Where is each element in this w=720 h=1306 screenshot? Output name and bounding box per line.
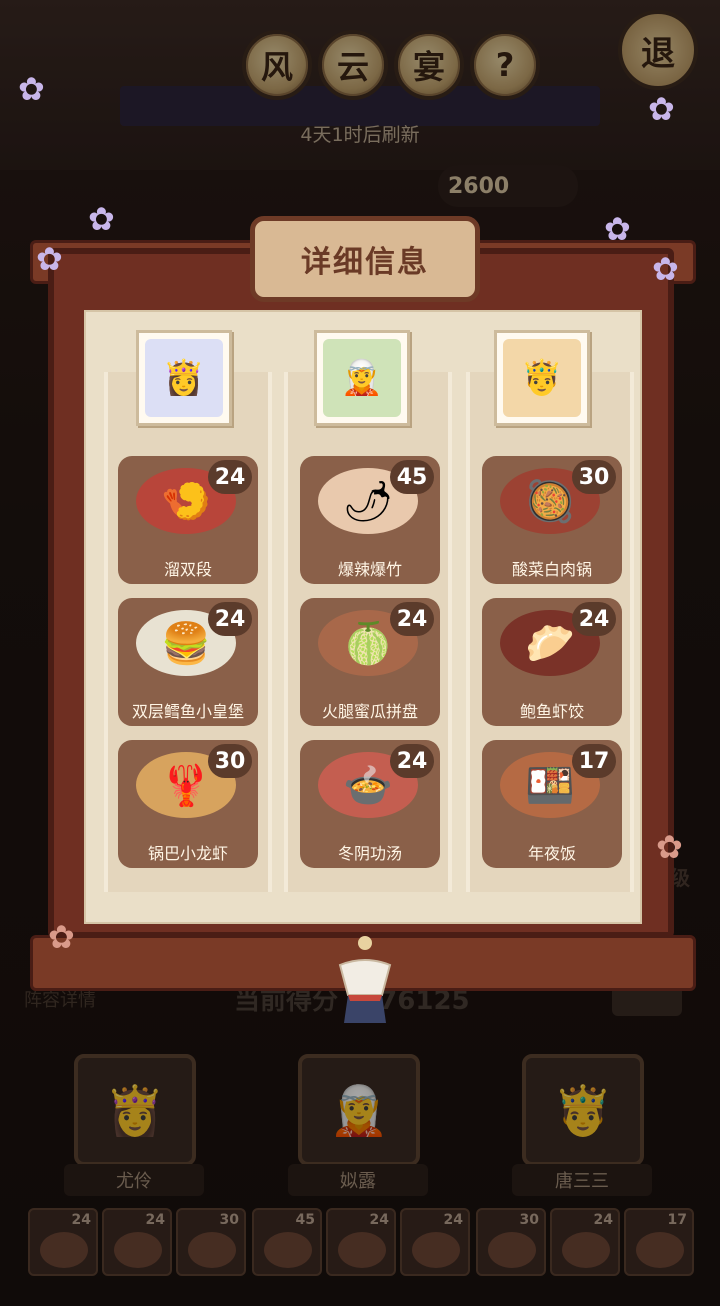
flower-icon: ✿ — [656, 828, 683, 866]
flower-icon: ✿ — [36, 240, 63, 278]
dish-count-badge: 24 — [572, 602, 616, 636]
dish-card[interactable]: 🍤 24 溜双段 — [118, 456, 258, 584]
dish-count-badge: 45 — [390, 460, 434, 494]
character-portrait-3: 🤴 — [494, 330, 590, 426]
dish-name: 鲍鱼虾饺 — [519, 702, 584, 721]
dish-card[interactable]: 🥘 30 酸菜白肉锅 — [482, 456, 622, 584]
dish-name: 锅巴小龙虾 — [147, 844, 228, 863]
flower-icon: ✿ — [48, 918, 75, 956]
dish-card[interactable]: 🍈 24 火腿蜜瓜拼盘 — [300, 598, 440, 726]
dish-count-badge: 24 — [208, 602, 252, 636]
dish-card[interactable]: 🌶 45 爆辣爆竹 — [300, 456, 440, 584]
dish-count-badge: 30 — [572, 460, 616, 494]
flower-icon: ✿ — [648, 90, 675, 128]
dish-name: 冬阴功汤 — [337, 844, 402, 863]
white-hair-character-icon: 👸 — [145, 339, 223, 417]
dish-card[interactable]: 🍲 24 冬阴功汤 — [300, 740, 440, 868]
golden-crown-character-icon: 🤴 — [503, 339, 581, 417]
dish-count-badge: 24 — [390, 602, 434, 636]
green-hair-character-icon: 🧝 — [323, 339, 401, 417]
dish-count-badge: 30 — [208, 744, 252, 778]
dish-name: 爆辣爆竹 — [337, 560, 402, 579]
flower-icon: ✿ — [652, 250, 679, 288]
flower-icon: ✿ — [88, 200, 115, 238]
flower-icon: ✿ — [604, 210, 631, 248]
dish-name: 酸菜白肉锅 — [511, 560, 592, 579]
dish-card[interactable]: 🥟 24 鲍鱼虾饺 — [482, 598, 622, 726]
pendant-icon — [330, 935, 400, 1025]
flower-icon: ✿ — [18, 70, 45, 108]
modal-title: 详细信息 — [250, 216, 480, 302]
dish-count-badge: 17 — [572, 744, 616, 778]
character-portrait-2: 🧝 — [314, 330, 410, 426]
dish-name: 火腿蜜瓜拼盘 — [321, 702, 418, 721]
dish-count-badge: 24 — [390, 744, 434, 778]
dish-card[interactable]: 🍱 17 年夜饭 — [482, 740, 622, 868]
character-portrait-1: 👸 — [136, 330, 232, 426]
dish-card[interactable]: 🍔 24 双层鳕鱼小皇堡 — [118, 598, 258, 726]
dish-name: 溜双段 — [163, 560, 212, 579]
dish-card[interactable]: 🦞 30 锅巴小龙虾 — [118, 740, 258, 868]
dish-count-badge: 24 — [208, 460, 252, 494]
dish-name: 双层鳕鱼小皇堡 — [131, 702, 244, 721]
dish-name: 年夜饭 — [527, 844, 576, 863]
